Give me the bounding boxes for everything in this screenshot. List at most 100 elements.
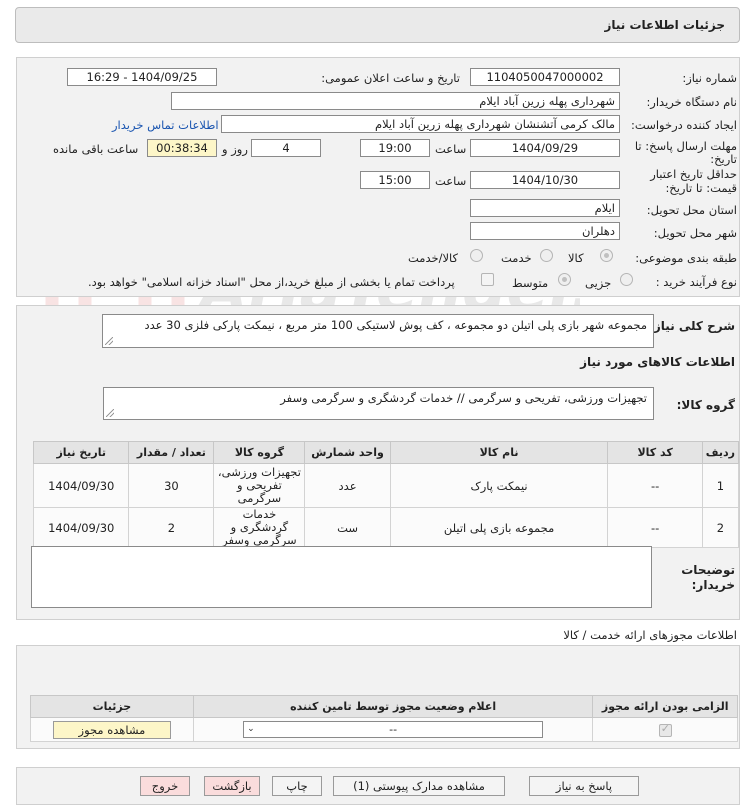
description-text: مجموعه شهر بازی پلی اتیلن دو مجموعه ، کف…: [144, 318, 647, 332]
treasury-note: پرداخت تمام یا بخشی از مبلغ خرید،از محل …: [88, 275, 455, 289]
print-button[interactable]: چاپ: [272, 776, 322, 796]
days-label: روز و: [222, 142, 248, 156]
description-field: مجموعه شهر بازی پلی اتیلن دو مجموعه ، کف…: [102, 314, 654, 348]
row-unit: ست: [304, 507, 391, 548]
validity-time-field: 15:00: [360, 171, 430, 189]
table-row: 2 -- مجموعه بازی پلی اتیلن ست خدمات گردش…: [32, 507, 740, 548]
row-name: مجموعه بازی پلی اتیلن: [389, 507, 609, 548]
goods-section-title: اطلاعات کالاهای مورد نیاز: [580, 355, 735, 369]
buyer-contact-link[interactable]: اطلاعات تماس خریدار: [112, 118, 219, 132]
category-goods-service-label: کالا/خدمت: [408, 251, 459, 265]
goods-table-header: ردیف کد کالا نام کالا واحد شمارش گروه کا…: [32, 441, 740, 464]
chevron-down-icon: ⌄: [247, 724, 255, 734]
col-date: تاریخ نیاز: [32, 441, 130, 464]
buyer-org-label: نام دستگاه خریدار:: [646, 95, 737, 109]
reply-button[interactable]: پاسخ به نیاز: [529, 776, 639, 796]
remaining-label: ساعت باقی مانده: [53, 142, 139, 156]
row-date: 1404/09/30: [32, 507, 130, 548]
need-number-field: 1104050047000002: [470, 68, 620, 86]
col-name: نام کالا: [389, 441, 609, 464]
exit-button[interactable]: خروج: [140, 776, 190, 796]
title-bar: جزئیات اطلاعات نیاز: [15, 7, 740, 43]
goods-group-text: تجهیزات ورزشی، تفریحی و سرگرمی // خدمات …: [280, 391, 647, 405]
view-permit-button[interactable]: مشاهده مجوز: [52, 720, 171, 739]
announce-label: تاریخ و ساعت اعلان عمومی:: [321, 71, 460, 85]
process-medium-label: متوسط: [512, 276, 549, 290]
row-qty: 30: [128, 463, 215, 508]
province-field: ایلام: [470, 199, 620, 217]
row-date: 1404/09/30: [32, 463, 130, 508]
col-group: گروه کالا: [213, 441, 306, 464]
deadline-label-line1: مهلت ارسال پاسخ: تا: [634, 139, 737, 153]
category-service-label: خدمت: [501, 251, 532, 265]
row-code: --: [607, 463, 703, 508]
col-row-index: ردیف: [701, 441, 740, 464]
deadline-label-line2: تاریخ:: [710, 152, 737, 166]
window-title: جزئیات اطلاعات نیاز: [604, 18, 725, 32]
goods-group-label: گروه کالا:: [676, 398, 735, 412]
buyer-notes-label-line2: خریدار:: [691, 578, 735, 592]
process-minor-radio[interactable]: [620, 273, 633, 286]
process-medium-radio[interactable]: [558, 273, 571, 286]
deadline-time-label: ساعت: [435, 142, 467, 156]
process-minor-label: جزیی: [585, 276, 612, 290]
buyer-notes-field: [31, 546, 652, 608]
requester-field: مالک کرمی آتشنشان شهرداری پهله زرین آباد…: [221, 115, 620, 133]
category-label: طبقه بندی موضوعی:: [635, 251, 737, 265]
category-goods-service-radio[interactable]: [470, 249, 483, 262]
permit-status-value: --: [389, 723, 398, 736]
buyer-org-field: شهرداری پهله زرین آباد ایلام: [171, 92, 620, 110]
resize-grip-icon[interactable]: [106, 409, 114, 417]
table-row: 1 -- نیمکت پارک عدد تجهیزات ورزشی، تفریح…: [32, 463, 740, 508]
back-button[interactable]: بازگشت: [204, 776, 260, 796]
buyer-notes-label-line1: توضیحات: [681, 563, 735, 577]
deadline-date-field: 1404/09/29: [470, 139, 620, 157]
permits-table-header: الزامی بودن ارائه مجوز اعلام وضعیت مجوز …: [30, 695, 738, 718]
need-number-label: شماره نیاز:: [682, 71, 737, 85]
description-label: شرح کلی نیاز:: [649, 319, 735, 333]
remaining-days-field: 4: [251, 139, 321, 157]
table-row: ✓ -- ⌄ مشاهده مجوز: [30, 717, 738, 742]
validity-date-field: 1404/10/30: [470, 171, 620, 189]
permit-details-cell: مشاهده مجوز: [30, 717, 194, 742]
row-name: نیمکت پارک: [389, 463, 609, 508]
row-index: 2: [701, 507, 740, 548]
category-service-radio[interactable]: [540, 249, 553, 262]
deadline-time-field: 19:00: [360, 139, 430, 157]
remaining-time-field: 00:38:34: [147, 139, 217, 157]
permit-required-cell: ✓: [592, 717, 738, 742]
treasury-checkbox[interactable]: [481, 273, 494, 286]
permits-table: الزامی بودن ارائه مجوز اعلام وضعیت مجوز …: [30, 695, 738, 742]
permit-status-cell: -- ⌄: [192, 717, 594, 742]
province-label: استان محل تحویل:: [646, 203, 737, 217]
city-field: دهلران: [470, 222, 620, 240]
process-label: نوع فرآیند خرید :: [655, 275, 737, 289]
goods-table: ردیف کد کالا نام کالا واحد شمارش گروه کا…: [32, 441, 740, 548]
city-label: شهر محل تحویل:: [653, 226, 737, 240]
col-code: کد کالا: [607, 441, 703, 464]
row-unit: عدد: [304, 463, 391, 508]
permit-required-checkbox: ✓: [658, 721, 672, 737]
row-qty: 2: [128, 507, 215, 548]
row-index: 1: [701, 463, 740, 508]
category-goods-radio[interactable]: [600, 249, 613, 262]
col-permit-status: اعلام وضعیت مجوز توسط تامین کننده: [192, 695, 594, 718]
col-qty: تعداد / مقدار: [128, 441, 215, 464]
col-permit-required: الزامی بودن ارائه مجوز: [592, 695, 738, 718]
permits-title: اطلاعات مجوزهای ارائه خدمت / کالا: [563, 628, 737, 642]
validity-label-line1: حداقل تاریخ اعتبار: [650, 167, 737, 181]
requester-label: ایجاد کننده درخواست:: [631, 118, 737, 132]
row-group: تجهیزات ورزشی، تفریحی و سرگرمی: [213, 463, 306, 508]
permit-status-select[interactable]: -- ⌄: [243, 721, 544, 738]
check-icon: ✓: [660, 721, 670, 735]
validity-label-line2: قیمت: تا تاریخ:: [665, 181, 737, 195]
row-code: --: [607, 507, 703, 548]
col-permit-details: جزئیات: [30, 695, 194, 718]
view-attachments-button[interactable]: مشاهده مدارک پیوستی (1): [333, 776, 505, 796]
row-group: خدمات گردشگری و سرگرمی وسفر: [213, 507, 306, 548]
col-unit: واحد شمارش: [304, 441, 391, 464]
resize-grip-icon[interactable]: [105, 337, 113, 345]
validity-time-label: ساعت: [435, 174, 467, 188]
category-goods-label: کالا: [568, 251, 584, 265]
goods-group-field: تجهیزات ورزشی، تفریحی و سرگرمی // خدمات …: [103, 387, 654, 420]
